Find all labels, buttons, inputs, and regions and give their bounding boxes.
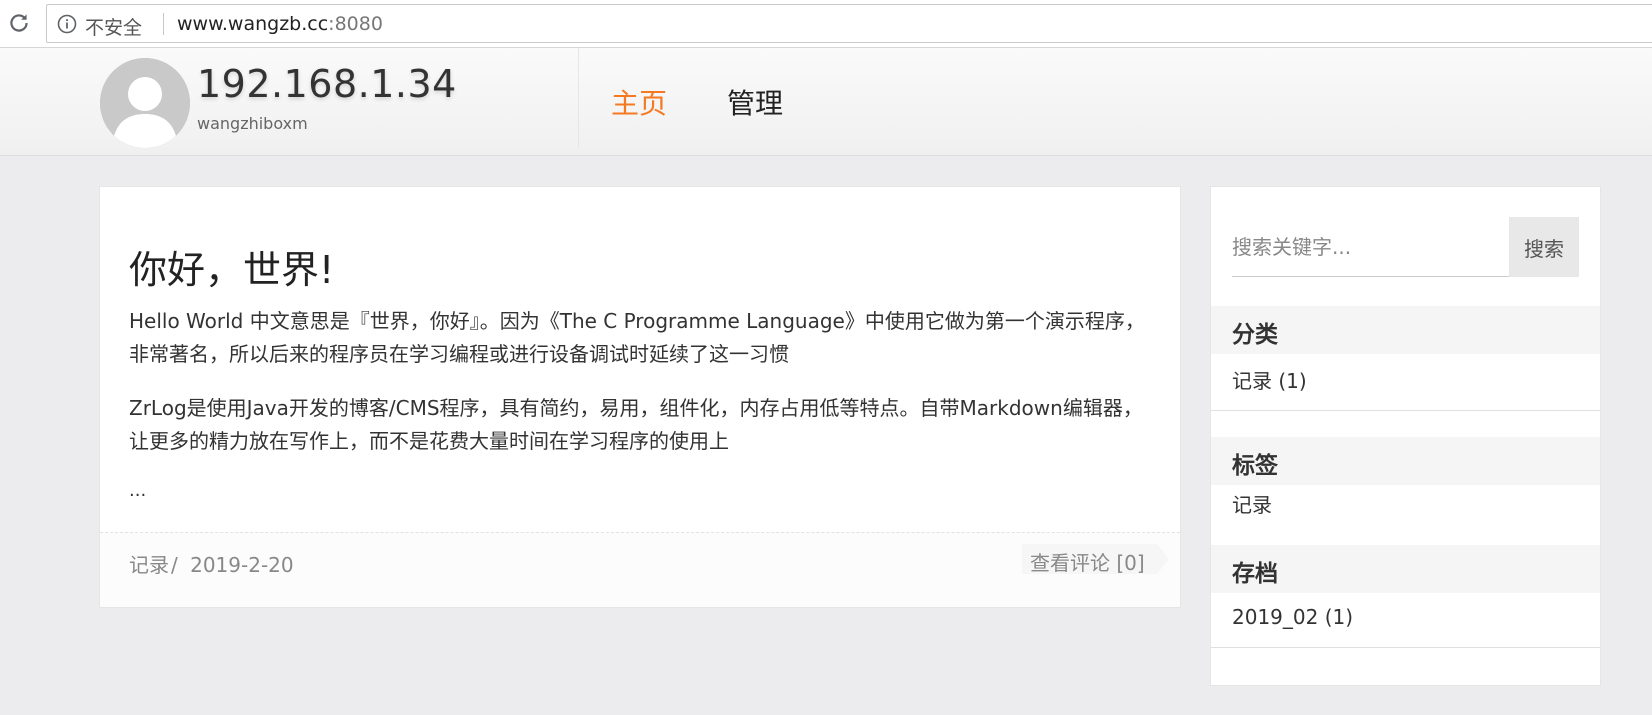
address-bar[interactable]: 不安全 www.wangzb.cc:8080 [46, 4, 1652, 43]
post-meta: 记录/ 2019-2-20 [129, 549, 294, 578]
url-port: :8080 [328, 13, 383, 35]
avatar[interactable] [100, 58, 190, 148]
post-category-link[interactable]: 记录 [129, 553, 169, 577]
category-item[interactable]: 记录 (1) [1232, 365, 1307, 394]
url-text[interactable]: www.wangzb.cc:8080 [177, 13, 383, 35]
sidebar: 搜索 分类 记录 (1) 标签 记录 存档 2019_02 (1) [1210, 186, 1601, 686]
site-header: 192.168.1.34 wangzhiboxm 主页 管理 [0, 48, 1652, 156]
nav-item-home[interactable]: 主页 [611, 82, 667, 122]
post-card: 你好，世界! Hello World 中文意思是『世界，你好』。因为《The C… [99, 186, 1181, 608]
search-button[interactable]: 搜索 [1509, 217, 1579, 277]
widget-divider [1211, 410, 1600, 411]
widget-divider [1211, 647, 1600, 648]
post-paragraph: Hello World 中文意思是『世界，你好』。因为《The C Progra… [129, 309, 1145, 366]
nav-divider [578, 48, 579, 148]
nav-item-admin[interactable]: 管理 [727, 82, 783, 122]
view-comments-button[interactable]: 查看评论 [0] [1022, 544, 1169, 575]
post-paragraph: ZrLog是使用Java开发的博客/CMS程序，具有简约，易用，组件化，内存占用… [129, 396, 1143, 453]
tag-item[interactable]: 记录 [1232, 489, 1272, 518]
browser-toolbar: 不安全 www.wangzb.cc:8080 [0, 0, 1652, 48]
post-footer: 记录/ 2019-2-20 查看评论 [0] [100, 532, 1180, 607]
main-nav: 主页 管理 [611, 82, 783, 122]
site-title[interactable]: 192.168.1.34 [197, 62, 457, 106]
post-date: 2019-2-20 [190, 553, 294, 577]
post-ellipsis: ... [129, 480, 147, 501]
security-label[interactable]: 不安全 [85, 13, 142, 40]
address-divider [163, 13, 164, 35]
default-user-icon [100, 58, 190, 148]
reload-icon[interactable] [6, 10, 32, 36]
search-input[interactable] [1232, 217, 1509, 277]
site-subtitle: wangzhiboxm [197, 114, 308, 133]
archive-item[interactable]: 2019_02 (1) [1232, 605, 1353, 629]
meta-separator: / [171, 553, 178, 577]
info-icon[interactable] [57, 14, 77, 34]
tags-heading: 标签 [1211, 437, 1600, 485]
archives-heading: 存档 [1211, 545, 1600, 593]
categories-heading: 分类 [1211, 306, 1600, 354]
url-host: www.wangzb.cc [177, 13, 329, 35]
post-title[interactable]: 你好，世界! [129, 239, 334, 294]
